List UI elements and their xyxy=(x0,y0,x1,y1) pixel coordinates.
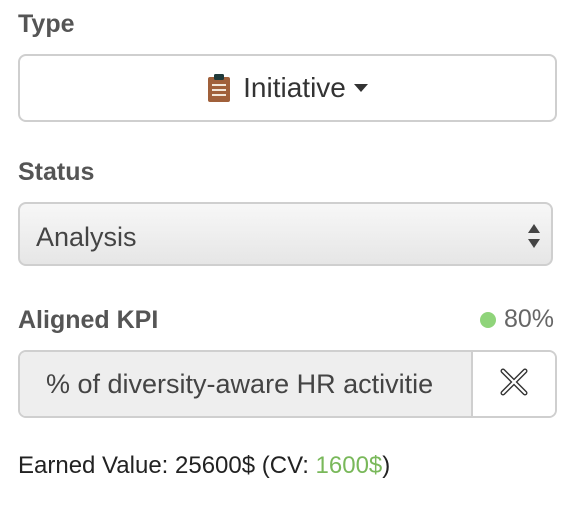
type-dropdown[interactable]: Initiative xyxy=(18,54,557,122)
kpi-percent-indicator: 80% xyxy=(479,305,554,334)
close-icon xyxy=(500,368,528,401)
clear-kpi-button[interactable] xyxy=(473,352,555,416)
cost-variance-value: 1600$ xyxy=(315,452,383,479)
initiative-form-panel: Type Initiative Status Analysis Aligned … xyxy=(0,0,572,522)
earned-value-suffix: ) xyxy=(382,452,391,479)
aligned-kpi-input[interactable]: % of diversity-aware HR activitie xyxy=(20,352,473,416)
status-value: Analysis xyxy=(36,222,137,252)
earned-value-prefix: Earned Value: 25600$ (CV: xyxy=(18,452,316,479)
aligned-kpi-label: Aligned KPI xyxy=(18,306,159,334)
status-select[interactable]: Analysis xyxy=(18,202,553,266)
select-arrows-icon xyxy=(527,223,541,249)
status-label: Status xyxy=(18,158,95,186)
kpi-percent: 80% xyxy=(503,305,554,333)
earned-value-text: Earned Value: 25600$ (CV: 1600$) xyxy=(18,452,390,480)
aligned-kpi-field: % of diversity-aware HR activitie xyxy=(18,350,557,418)
type-label: Type xyxy=(18,10,75,38)
clipboard-icon xyxy=(207,73,231,103)
status-dot-icon xyxy=(479,311,496,328)
type-value: Initiative xyxy=(243,72,346,103)
chevron-down-icon xyxy=(353,84,368,92)
